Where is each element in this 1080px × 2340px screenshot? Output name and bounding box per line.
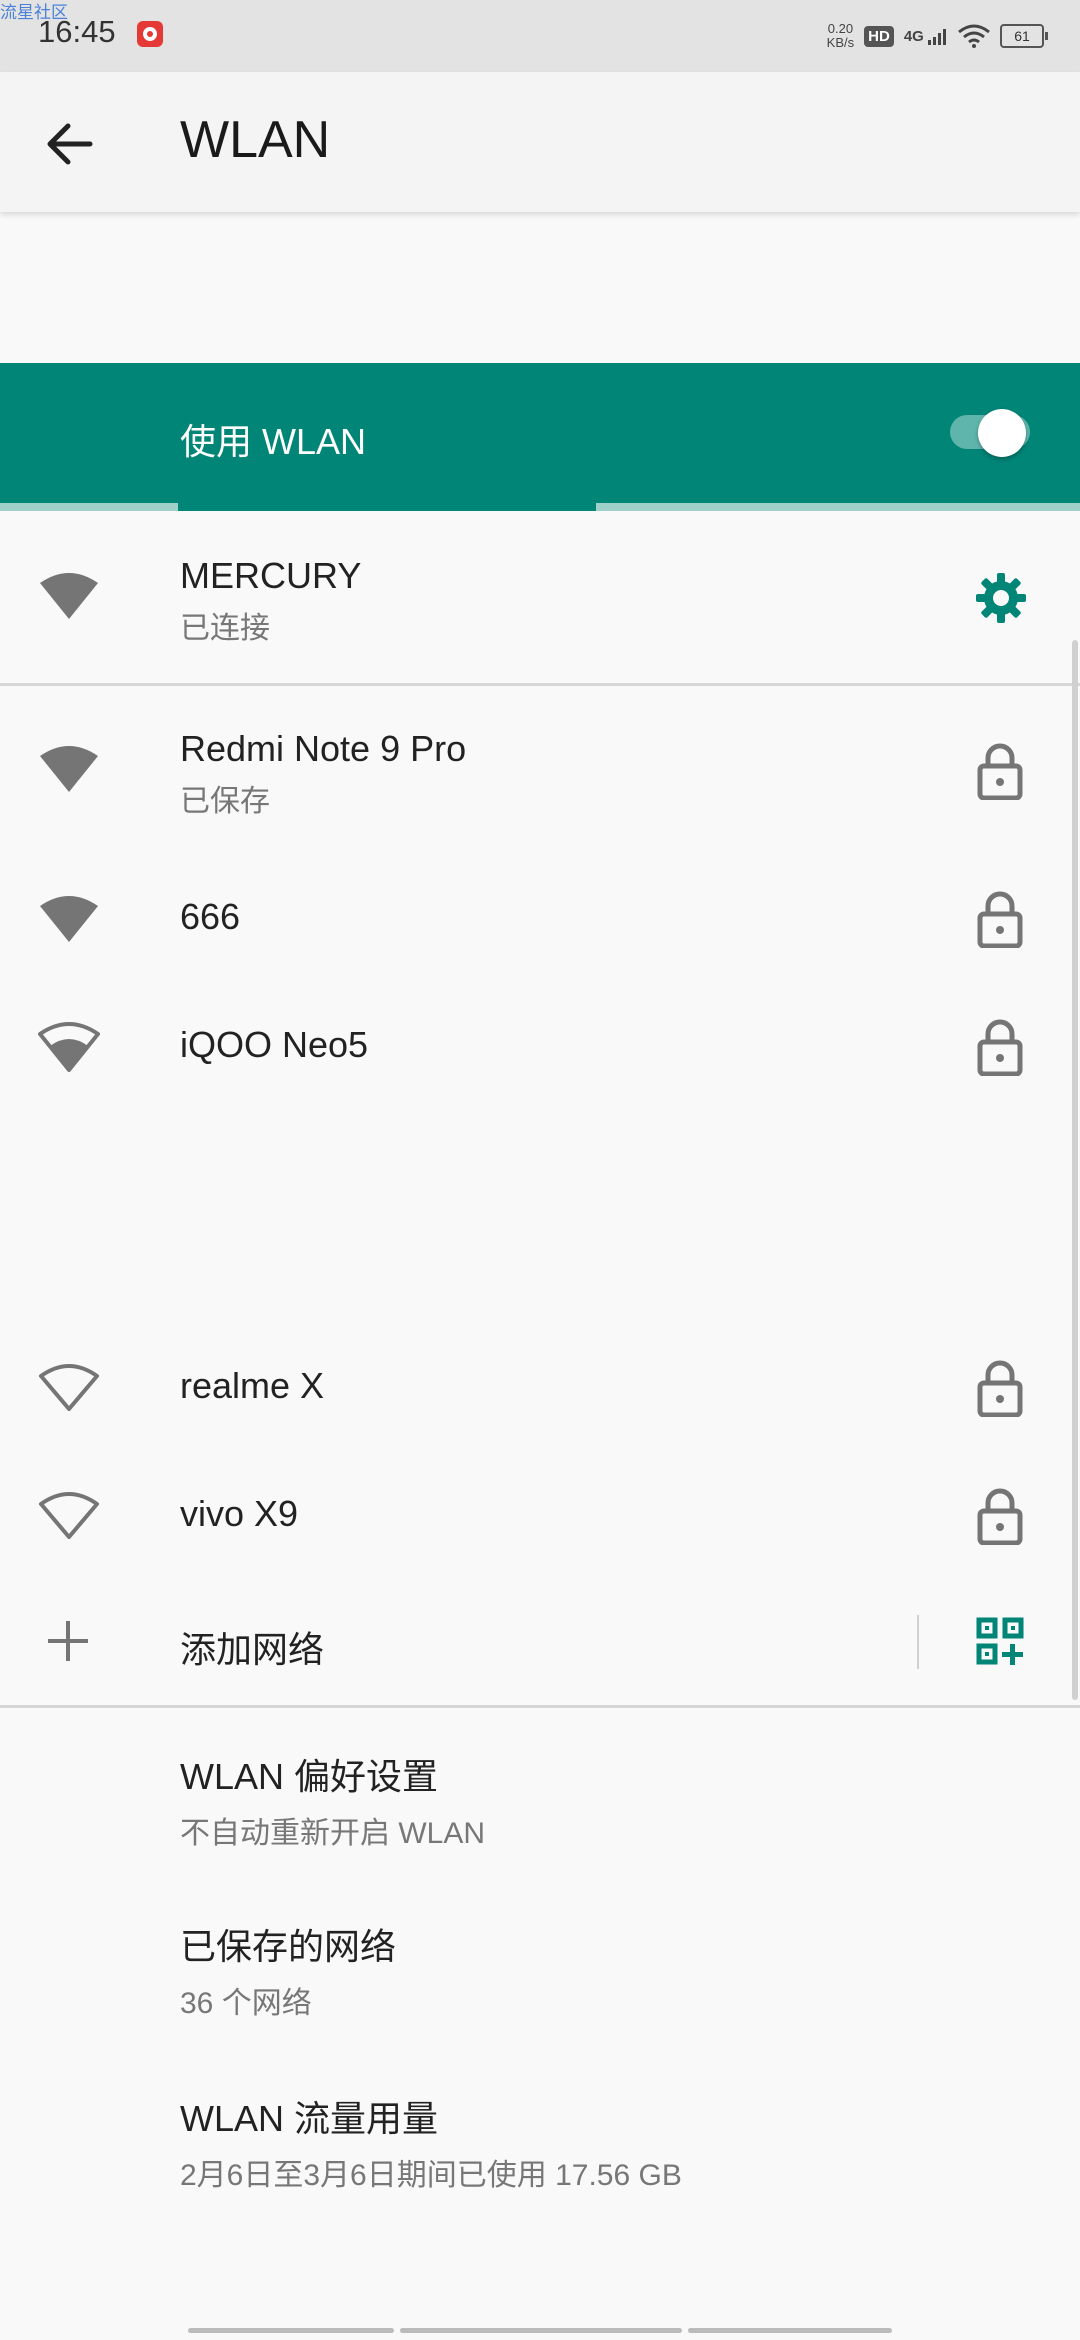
pref-title: WLAN 偏好设置 xyxy=(180,1756,439,1797)
nav-gesture-bar[interactable] xyxy=(688,2328,892,2333)
section-divider xyxy=(0,1705,1080,1708)
wlan-toggle-thumb[interactable] xyxy=(978,409,1026,457)
network-row[interactable]: iQOO Neo5 xyxy=(0,988,1080,1104)
lock-icon xyxy=(976,1018,1024,1076)
network-status: 已连接 xyxy=(180,612,270,645)
lock-icon xyxy=(976,890,1024,948)
add-network-row[interactable]: 添加网络 xyxy=(0,1585,1080,1701)
add-network-label: 添加网络 xyxy=(180,1629,325,1670)
cellular-signal-icon: 4G xyxy=(904,28,948,45)
pref-summary: 不自动重新开启 WLAN xyxy=(180,1817,486,1850)
network-row[interactable]: Redmi Note 9 Pro 已保存 xyxy=(0,700,1080,860)
page-title: WLAN xyxy=(180,111,331,169)
wifi-signal-full-icon xyxy=(38,742,100,794)
connected-network-row[interactable]: MERCURY 已连接 xyxy=(0,511,1080,683)
wifi-signal-none-icon xyxy=(38,1489,100,1541)
scrollbar[interactable] xyxy=(1072,640,1078,1700)
scan-progress-indicator xyxy=(178,503,596,511)
wifi-status-icon xyxy=(958,24,990,48)
hd-icon: HD xyxy=(864,25,894,47)
nav-gesture-bar[interactable] xyxy=(188,2328,394,2333)
network-name: MERCURY xyxy=(180,555,362,596)
wifi-signal-full-icon xyxy=(38,569,100,621)
lock-icon xyxy=(976,1359,1024,1417)
app-notification-icon xyxy=(137,21,163,47)
saved-networks-item[interactable]: 已保存的网络 36 个网络 xyxy=(180,1918,396,2022)
battery-icon: 61 xyxy=(1000,24,1048,48)
network-name: 666 xyxy=(180,896,241,937)
vertical-divider xyxy=(917,1615,919,1669)
pref-title: WLAN 流量用量 xyxy=(180,2098,439,2139)
wifi-signal-full-icon xyxy=(38,892,100,944)
network-name: vivo X9 xyxy=(180,1493,299,1534)
status-icons: 0.20 KB/s HD 4G 61 xyxy=(826,18,1048,54)
network-settings-gear-icon[interactable] xyxy=(974,571,1028,625)
network-row[interactable]: vivo X9 xyxy=(0,1457,1080,1573)
plus-icon xyxy=(48,1621,88,1661)
lock-icon xyxy=(976,1487,1024,1545)
scan-progress-bar xyxy=(0,503,1080,511)
app-bar: WLAN xyxy=(0,72,1080,212)
network-row[interactable]: 666 xyxy=(0,860,1080,976)
use-wlan-switch-bar[interactable]: 使用 WLAN xyxy=(0,363,1080,503)
network-name: iQOO Neo5 xyxy=(180,1024,369,1065)
pref-summary: 36 个网络 xyxy=(180,1987,312,2020)
section-divider xyxy=(0,683,1080,686)
network-row[interactable]: realme X xyxy=(0,1329,1080,1445)
wlan-data-usage-item[interactable]: WLAN 流量用量 2月6日至3月6日期间已使用 17.56 GB xyxy=(180,2090,682,2194)
lock-icon xyxy=(976,742,1024,800)
network-name: Redmi Note 9 Pro xyxy=(180,728,467,769)
network-name: realme X xyxy=(180,1365,325,1406)
back-arrow-icon[interactable] xyxy=(40,114,100,174)
qr-code-scan-icon[interactable] xyxy=(976,1617,1024,1665)
wlan-preferences-item[interactable]: WLAN 偏好设置 不自动重新开启 WLAN xyxy=(180,1748,485,1852)
use-wlan-label: 使用 WLAN xyxy=(180,421,367,462)
network-speed: 0.20 KB/s xyxy=(826,21,855,50)
nav-gesture-bar[interactable] xyxy=(400,2328,682,2333)
status-time: 16:45 xyxy=(38,14,116,49)
pref-title: 已保存的网络 xyxy=(180,1926,397,1967)
network-status: 已保存 xyxy=(180,785,270,818)
pref-summary: 2月6日至3月6日期间已使用 17.56 GB xyxy=(180,2159,682,2192)
wifi-signal-none-icon xyxy=(38,1361,100,1413)
wifi-signal-medium-icon xyxy=(38,1020,100,1072)
status-bar: 流星社区 16:45 0.20 KB/s HD 4G 61 xyxy=(0,0,1080,72)
